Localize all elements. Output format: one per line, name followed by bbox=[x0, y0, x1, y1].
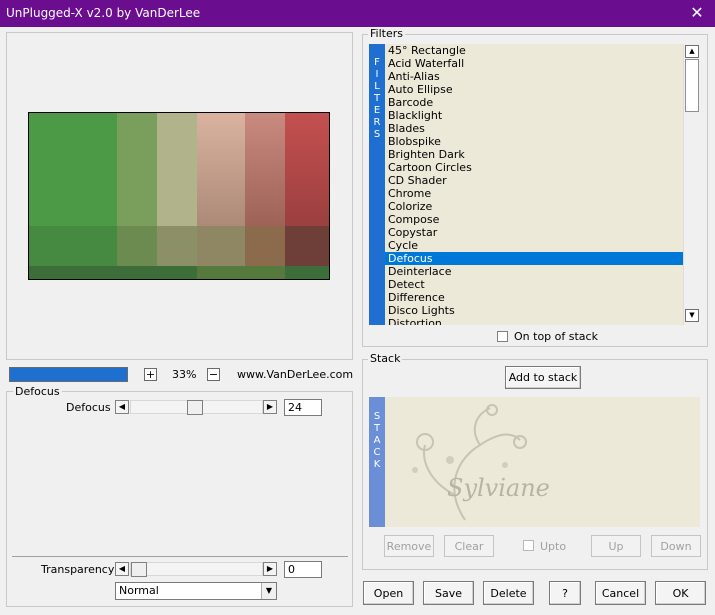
filter-list-item[interactable]: Distortion bbox=[385, 317, 683, 325]
defocus-slider-thumb[interactable] bbox=[187, 400, 203, 415]
defocus-label: Defocus bbox=[66, 401, 111, 414]
filter-list-item[interactable]: Cartoon Circles bbox=[385, 161, 683, 174]
close-icon[interactable]: ✕ bbox=[685, 2, 709, 24]
params-divider bbox=[12, 556, 348, 557]
on-top-of-stack-checkbox[interactable] bbox=[497, 331, 508, 342]
stack-group-title: Stack bbox=[368, 352, 403, 365]
chevron-down-icon[interactable]: ▼ bbox=[261, 583, 276, 599]
upto-checkbox[interactable] bbox=[523, 540, 534, 551]
clear-button[interactable]: Clear bbox=[444, 535, 494, 557]
filter-list-item[interactable]: Colorize bbox=[385, 200, 683, 213]
remove-button[interactable]: Remove bbox=[384, 535, 434, 557]
filter-list-item[interactable]: Barcode bbox=[385, 96, 683, 109]
help-button[interactable]: ? bbox=[549, 581, 581, 605]
blend-mode-value: Normal bbox=[119, 584, 159, 597]
title-bar: UnPlugged-X v2.0 by VanDerLee ✕ bbox=[0, 0, 715, 27]
scrollbar-thumb[interactable] bbox=[685, 59, 699, 112]
filter-list-item[interactable]: Deinterlace bbox=[385, 265, 683, 278]
down-button[interactable]: Down bbox=[651, 535, 701, 557]
on-top-of-stack-label: On top of stack bbox=[514, 330, 598, 343]
blend-mode-select[interactable]: Normal ▼ bbox=[115, 582, 277, 600]
filter-list-item[interactable]: Defocus bbox=[385, 252, 683, 265]
defocus-slider[interactable] bbox=[130, 400, 263, 415]
transparency-slider-thumb[interactable] bbox=[131, 562, 147, 577]
params-group-title: Defocus bbox=[13, 385, 62, 398]
filter-list-item[interactable]: Detect bbox=[385, 278, 683, 291]
filter-list-item[interactable]: Blacklight bbox=[385, 109, 683, 122]
filter-list-item[interactable]: Blades bbox=[385, 122, 683, 135]
filter-list-item[interactable]: Blobspike bbox=[385, 135, 683, 148]
filter-list-item[interactable]: Auto Ellipse bbox=[385, 83, 683, 96]
add-to-stack-button[interactable]: Add to stack bbox=[505, 366, 581, 389]
scroll-up-arrow-icon[interactable]: ▲ bbox=[685, 45, 699, 58]
stack-list[interactable]: Sylviane bbox=[385, 397, 700, 527]
filter-list-scrollbar[interactable]: ▲ ▼ bbox=[683, 44, 700, 325]
transparency-slider[interactable] bbox=[130, 562, 263, 577]
filter-list-item[interactable]: Disco Lights bbox=[385, 304, 683, 317]
transparency-label: Transparency bbox=[41, 563, 115, 576]
filter-list-item[interactable]: Copystar bbox=[385, 226, 683, 239]
filter-list-item[interactable]: 45° Rectangle bbox=[385, 44, 683, 57]
up-button[interactable]: Up bbox=[591, 535, 641, 557]
transparency-decrease-arrow-icon[interactable]: ◀ bbox=[115, 562, 129, 576]
transparency-value-field[interactable]: 0 bbox=[284, 561, 322, 578]
defocus-increase-arrow-icon[interactable]: ▶ bbox=[263, 400, 277, 414]
zoom-in-button[interactable]: + bbox=[144, 368, 157, 381]
delete-button[interactable]: Delete bbox=[483, 581, 534, 605]
filter-list[interactable]: 45° Rectangle Acid Waterfall Anti-Alias Aut… bbox=[385, 44, 683, 325]
filter-list-item[interactable]: Brighten Dark bbox=[385, 148, 683, 161]
filter-list-item[interactable]: Acid Waterfall bbox=[385, 57, 683, 70]
save-button[interactable]: Save bbox=[423, 581, 474, 605]
cancel-button[interactable]: Cancel bbox=[595, 581, 646, 605]
zoom-out-button[interactable]: − bbox=[207, 368, 220, 381]
defocus-decrease-arrow-icon[interactable]: ◀ bbox=[115, 400, 129, 414]
open-button[interactable]: Open bbox=[363, 581, 414, 605]
transparency-increase-arrow-icon[interactable]: ▶ bbox=[263, 562, 277, 576]
filter-list-item[interactable]: Cycle bbox=[385, 239, 683, 252]
filter-list-item[interactable]: Chrome bbox=[385, 187, 683, 200]
stack-vertical-label: STACK bbox=[373, 411, 381, 470]
website-link[interactable]: www.VanDerLee.com bbox=[237, 368, 353, 381]
filter-list-item[interactable]: Compose bbox=[385, 213, 683, 226]
preview-image[interactable] bbox=[28, 112, 330, 280]
ok-button[interactable]: OK bbox=[655, 581, 706, 605]
filter-list-item[interactable]: Difference bbox=[385, 291, 683, 304]
watermark-ornament-icon bbox=[412, 404, 527, 521]
filters-group-title: Filters bbox=[368, 27, 405, 40]
watermark-text: Sylviane bbox=[447, 474, 550, 502]
defocus-value-field[interactable]: 24 bbox=[284, 399, 322, 416]
scroll-down-arrow-icon[interactable]: ▼ bbox=[685, 309, 699, 322]
filters-vertical-label: FILTERS bbox=[373, 57, 381, 140]
window-title: UnPlugged-X v2.0 by VanDerLee bbox=[6, 6, 201, 20]
upto-label: Upto bbox=[540, 540, 567, 553]
filter-list-item[interactable]: Anti-Alias bbox=[385, 70, 683, 83]
filter-list-item[interactable]: CD Shader bbox=[385, 174, 683, 187]
render-progress-bar bbox=[9, 367, 128, 382]
zoom-level: 33% bbox=[172, 368, 197, 381]
